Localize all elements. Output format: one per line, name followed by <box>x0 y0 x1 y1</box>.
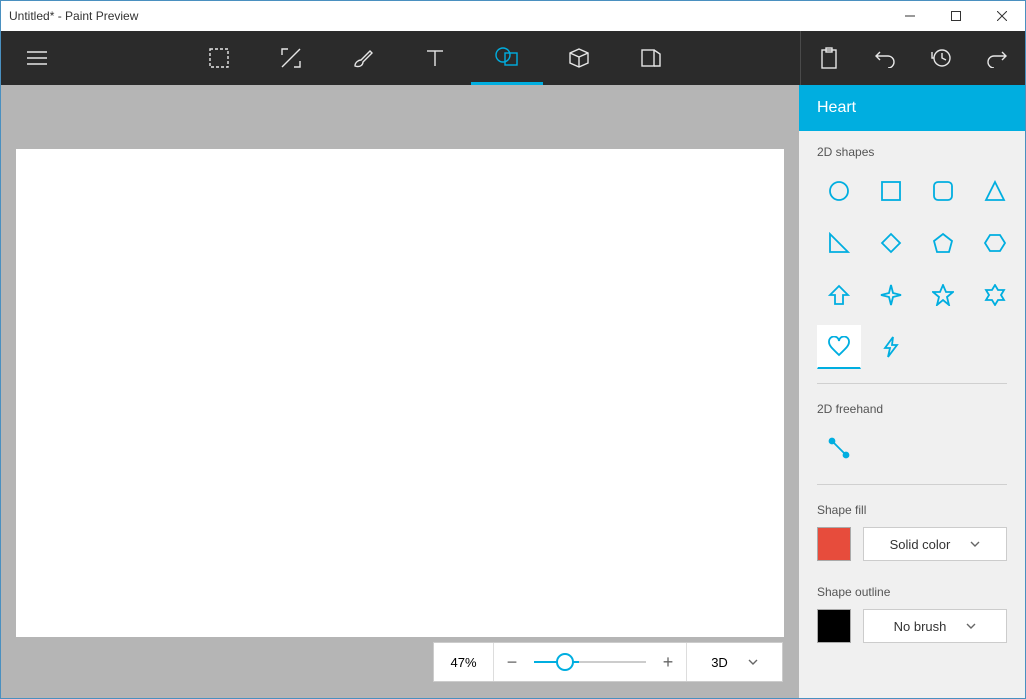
paste-button[interactable] <box>801 31 857 85</box>
panel-title: Heart <box>799 85 1025 131</box>
brush-icon <box>352 47 374 69</box>
shape-square[interactable] <box>869 169 913 213</box>
shapes-grid <box>817 169 1007 369</box>
undo-icon <box>874 48 896 68</box>
history-icon <box>930 47 952 69</box>
canvas-area: 47% − + 3D <box>1 85 799 698</box>
history-button[interactable] <box>913 31 969 85</box>
tool-3d-objects[interactable] <box>543 31 615 85</box>
shape-4-star[interactable] <box>869 273 913 317</box>
fill-mode-dropdown[interactable]: Solid color <box>863 527 1007 561</box>
shape-circle[interactable] <box>817 169 861 213</box>
shape-right-triangle[interactable] <box>817 221 861 265</box>
zoom-in-button[interactable]: + <box>650 643 686 681</box>
chevron-down-icon <box>748 657 758 667</box>
shape-rounded-square[interactable] <box>921 169 965 213</box>
shape-arrow[interactable] <box>817 273 861 317</box>
minimize-button[interactable] <box>887 1 933 31</box>
crop-icon <box>280 47 302 69</box>
shape-pentagon[interactable] <box>921 221 965 265</box>
outline-color-swatch[interactable] <box>817 609 851 643</box>
lightning-icon <box>880 336 902 358</box>
side-panel: Heart 2D shapes 2D freeha <box>799 85 1025 698</box>
tool-brush[interactable] <box>327 31 399 85</box>
redo-button[interactable] <box>969 31 1025 85</box>
window-controls <box>887 1 1025 31</box>
tool-crop[interactable] <box>255 31 327 85</box>
heart-icon <box>828 336 850 358</box>
circle-icon <box>828 180 850 202</box>
rounded-square-icon <box>932 180 954 202</box>
maximize-button[interactable] <box>933 1 979 31</box>
star5-icon <box>932 284 954 306</box>
pentagon-icon <box>932 232 954 254</box>
section-2d-shapes-title: 2D shapes <box>817 145 1007 159</box>
star6-icon <box>984 284 1006 306</box>
text-icon <box>425 48 445 68</box>
chevron-down-icon <box>966 621 976 631</box>
canvas[interactable] <box>16 149 784 637</box>
menu-button[interactable] <box>1 51 73 65</box>
undo-button[interactable] <box>857 31 913 85</box>
outline-mode-dropdown[interactable]: No brush <box>863 609 1007 643</box>
tool-select[interactable] <box>183 31 255 85</box>
diamond-icon <box>880 232 902 254</box>
fill-color-swatch[interactable] <box>817 527 851 561</box>
titlebar: Untitled* - Paint Preview <box>1 1 1025 31</box>
zoom-slider[interactable] <box>530 643 650 681</box>
zoom-bar: 47% − + 3D <box>433 642 783 682</box>
arrow-up-icon <box>828 284 850 306</box>
freehand-icon <box>828 437 850 459</box>
hexagon-icon <box>984 232 1006 254</box>
star4-icon <box>880 284 902 306</box>
close-button[interactable] <box>979 1 1025 31</box>
fill-mode-label: Solid color <box>890 537 951 552</box>
paste-icon <box>819 47 839 69</box>
tool-stickers[interactable] <box>615 31 687 85</box>
shapes-icon <box>495 47 519 67</box>
view-3d-label: 3D <box>711 655 728 670</box>
shape-lightning[interactable] <box>869 325 913 369</box>
chevron-down-icon <box>970 539 980 549</box>
shape-heart[interactable] <box>817 325 861 369</box>
cube-icon <box>568 47 590 69</box>
shape-6-star[interactable] <box>973 273 1017 317</box>
triangle-icon <box>984 180 1006 202</box>
tool-shapes[interactable] <box>471 31 543 85</box>
section-shape-outline-title: Shape outline <box>817 585 1007 599</box>
square-icon <box>880 180 902 202</box>
shape-5-star[interactable] <box>921 273 965 317</box>
shape-freehand-line[interactable] <box>817 426 861 470</box>
stickers-icon <box>640 47 662 69</box>
main-toolbar <box>1 31 1025 85</box>
section-2d-freehand-title: 2D freehand <box>817 402 1007 416</box>
shape-diamond[interactable] <box>869 221 913 265</box>
shape-hexagon[interactable] <box>973 221 1017 265</box>
zoom-percent[interactable]: 47% <box>434 643 494 681</box>
right-triangle-icon <box>828 232 850 254</box>
redo-icon <box>986 48 1008 68</box>
tool-text[interactable] <box>399 31 471 85</box>
view-3d-toggle[interactable]: 3D <box>686 643 782 681</box>
window-title: Untitled* - Paint Preview <box>9 9 887 23</box>
zoom-out-button[interactable]: − <box>494 643 530 681</box>
hamburger-icon <box>27 51 47 65</box>
shape-triangle[interactable] <box>973 169 1017 213</box>
section-shape-fill-title: Shape fill <box>817 503 1007 517</box>
select-icon <box>209 48 229 68</box>
outline-mode-label: No brush <box>894 619 947 634</box>
